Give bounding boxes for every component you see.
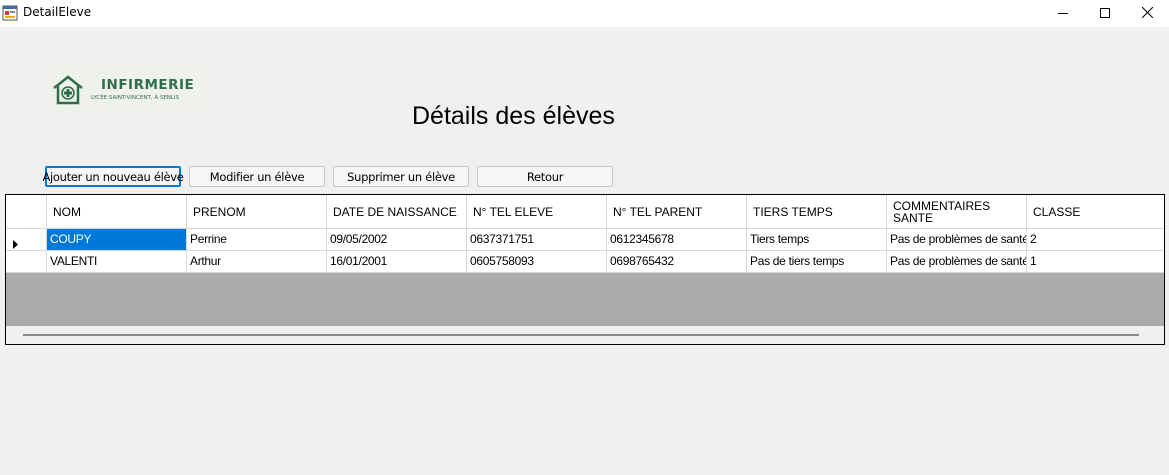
edit-student-button[interactable]: Modifier un élève (189, 166, 325, 187)
house-cross-icon (52, 74, 84, 111)
column-header[interactable]: N° TEL PARENT (607, 195, 747, 228)
column-header[interactable]: N° TEL ELEVE (467, 195, 607, 228)
column-header[interactable]: DATE DE NAISSANCE (327, 195, 467, 228)
table-cell[interactable]: COUPY (47, 229, 187, 250)
table-cell[interactable]: Pas de problèmes de santé (887, 229, 1027, 250)
title-bar: DetailEleve (0, 0, 1169, 27)
current-row-arrow-icon (13, 235, 19, 250)
column-header[interactable]: COMMENTAIRES SANTE (887, 195, 1027, 228)
scrollbar-thumb[interactable] (23, 334, 1139, 336)
close-icon (1141, 5, 1153, 23)
column-header[interactable]: CLASSE (1027, 195, 1164, 228)
logo-name: INFIRMERIE (101, 77, 195, 93)
back-button[interactable]: Retour (477, 166, 613, 187)
table-cell[interactable]: 1 (1027, 251, 1164, 272)
app-icon (2, 5, 18, 21)
table-cell[interactable]: 16/01/2001 (327, 251, 467, 272)
page-title: Détails des élèves (412, 102, 615, 130)
row-header-corner (6, 195, 47, 228)
table-cell[interactable]: 2 (1027, 229, 1164, 250)
students-grid[interactable]: NOM PRENOM DATE DE NAISSANCE N° TEL ELEV… (5, 194, 1165, 345)
table-cell[interactable]: 09/05/2002 (327, 229, 467, 250)
table-cell[interactable]: 0637371751 (467, 229, 607, 250)
maximize-button[interactable] (1082, 0, 1128, 27)
column-header[interactable]: PRENOM (187, 195, 327, 228)
column-header[interactable]: NOM (47, 195, 187, 228)
table-cell[interactable]: 0605758093 (467, 251, 607, 272)
table-cell[interactable]: Arthur (187, 251, 327, 272)
table-cell[interactable]: 0698765432 (607, 251, 747, 272)
column-header[interactable]: TIERS TEMPS (747, 195, 887, 228)
close-button[interactable] (1124, 0, 1169, 27)
horizontal-scrollbar[interactable] (6, 326, 1164, 344)
grid-header: NOM PRENOM DATE DE NAISSANCE N° TEL ELEV… (6, 195, 1164, 229)
minimize-button[interactable] (1040, 0, 1086, 27)
minimize-icon (1058, 5, 1068, 23)
row-selector[interactable] (6, 229, 47, 250)
logo-subtitle: LYCÉE SAINT-VINCENT, À SENLIS (91, 95, 180, 101)
delete-student-button[interactable]: Supprimer un élève (333, 166, 469, 187)
add-student-button[interactable]: Ajouter un nouveau élève (42, 166, 184, 187)
table-row[interactable]: COUPY Perrine 09/05/2002 0637371751 0612… (6, 229, 1164, 251)
maximize-icon (1100, 5, 1110, 23)
table-cell[interactable]: Pas de tiers temps (747, 251, 887, 272)
infirmerie-logo: INFIRMERIE LYCÉE SAINT-VINCENT, À SENLIS (45, 67, 206, 113)
row-selector[interactable] (6, 251, 47, 272)
table-cell[interactable]: 0612345678 (607, 229, 747, 250)
table-cell[interactable]: VALENTI (47, 251, 187, 272)
table-cell[interactable]: Tiers temps (747, 229, 887, 250)
window-title: DetailEleve (23, 5, 92, 19)
table-cell[interactable]: Pas de problèmes de santé (887, 251, 1027, 272)
table-cell[interactable]: Perrine (187, 229, 327, 250)
table-row[interactable]: VALENTI Arthur 16/01/2001 0605758093 069… (6, 251, 1164, 273)
